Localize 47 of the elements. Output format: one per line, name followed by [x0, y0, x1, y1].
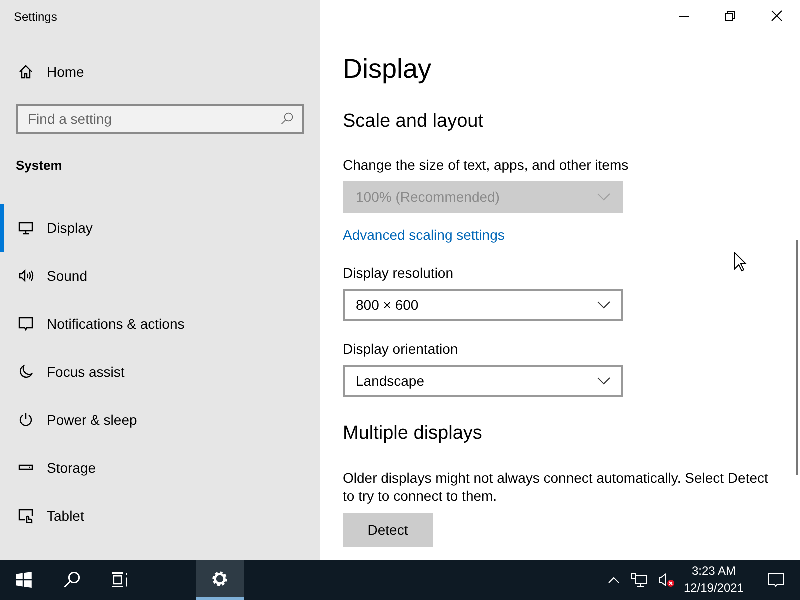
speaker-icon	[18, 268, 34, 284]
nav-item[interactable]: Storage	[0, 444, 320, 492]
field-label: Display orientation	[343, 341, 460, 357]
dropdown[interactable]: 800 × 600	[343, 289, 623, 321]
home-icon	[18, 64, 34, 80]
notifications-icon[interactable]	[767, 572, 785, 588]
clock[interactable]: 3:23 AM 12/19/2021	[676, 563, 752, 597]
nav-item[interactable]: Power & sleep	[0, 396, 320, 444]
section-heading: System	[15, 157, 64, 175]
link[interactable]: Advanced scaling settings	[343, 227, 505, 243]
task-view-icon	[111, 571, 129, 589]
section-heading: Scale and layout	[343, 111, 484, 133]
search-icon	[63, 571, 81, 589]
description-text: Older displays might not always connect automatically. Select Detect to try to connect to them.	[343, 469, 770, 505]
muted-speaker-icon[interactable]	[658, 572, 676, 588]
close-icon[interactable]	[771, 10, 783, 22]
monitor-icon	[18, 220, 34, 236]
section-heading: Multiple displays	[343, 423, 484, 445]
dropdown[interactable]: Landscape	[343, 365, 623, 397]
gear-icon	[211, 570, 229, 588]
windows-logo-icon	[15, 571, 33, 589]
search-icon	[280, 112, 294, 126]
home-link[interactable]: Home	[0, 50, 320, 94]
chevron-down-icon	[597, 193, 611, 201]
chevron-down-icon	[597, 301, 611, 309]
nav-item[interactable]: Focus assist	[0, 348, 320, 396]
chevron-down-icon	[597, 377, 611, 385]
nav-item[interactable]: Sound	[0, 252, 320, 300]
tablet-hand-icon	[18, 508, 34, 524]
field-label: Display resolution	[343, 265, 454, 281]
gear-button[interactable]	[196, 560, 244, 600]
speech-bubble-icon	[18, 316, 34, 332]
moon-icon	[18, 364, 34, 380]
restore-icon[interactable]	[724, 10, 736, 22]
scrollbar[interactable]	[796, 240, 798, 475]
page-title: Display	[343, 54, 433, 85]
app-title: Settings	[13, 9, 58, 26]
field-label: Change the size of text, apps, and other items	[343, 157, 630, 173]
nav-item[interactable]: Tablet	[0, 492, 320, 540]
search-field[interactable]: Find a setting	[16, 104, 304, 134]
network-icon[interactable]	[630, 572, 648, 588]
cursor-icon	[734, 252, 747, 272]
detect-button[interactable]: Detect	[343, 513, 433, 547]
nav-item[interactable]: Display	[0, 204, 320, 252]
power-icon	[18, 412, 34, 428]
chevron-up-icon[interactable]	[608, 576, 620, 584]
nav-item[interactable]: Notifications & actions	[0, 300, 320, 348]
